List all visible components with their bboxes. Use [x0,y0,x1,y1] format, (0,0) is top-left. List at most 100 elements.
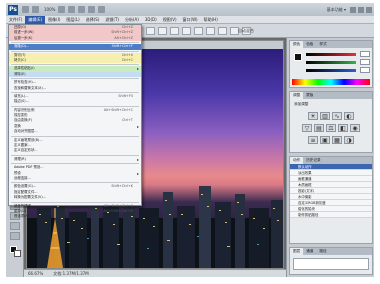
status-zoom[interactable]: 66.67% [28,270,43,277]
arrange-documents-icon[interactable] [88,6,96,13]
menu-item-0[interactable]: 文件(F) [6,16,25,24]
vibrance-icon[interactable]: ▽ [302,124,312,132]
maximize-icon[interactable] [358,6,364,13]
bridge-icon[interactable] [22,6,29,13]
menu-separator [11,50,139,52]
edit-menu-item[interactable]: 自动对齐图层... [9,129,141,134]
hand-tool-icon[interactable] [10,222,20,230]
edit-menu-item[interactable]: 后退一步(K) Alt+Ctrl+Z [9,35,141,42]
menu-item-7[interactable]: 3D(D) [142,16,160,24]
edit-menu-item[interactable]: 查找和替换文本(X)... [9,86,141,91]
panel-tab[interactable]: 颜色 [290,41,304,48]
panel-tab[interactable]: 动作 [290,157,304,164]
menu-item-9[interactable]: 窗口(W) [180,16,201,24]
distribute-top-icon[interactable] [218,27,227,35]
edit-menu-item-label: 后退一步(K) [14,35,33,40]
hue-saturation-icon[interactable]: ▤ [314,124,324,132]
zoom-level-label[interactable]: 100% [44,7,55,12]
edit-menu-item-label: 键盘快捷键... [14,203,35,208]
align-middle-icon[interactable] [158,27,167,35]
black-white-icon[interactable]: ◧ [338,124,348,132]
workspace-switcher[interactable]: 基本功能 ▾ [327,7,346,13]
mini-bridge-icon[interactable] [32,6,39,13]
menu-separator [11,162,139,165]
edit-menu-item-shortcut: Shift+Ctrl+F [111,44,133,49]
edit-menu-item[interactable]: 拷贝(C) Ctrl+C [9,57,141,64]
exposure-icon[interactable]: ◐ [344,112,354,120]
align-right-icon[interactable] [206,27,215,35]
panel-tab[interactable]: 通道 [303,248,316,255]
edit-menu-item-shortcut: Alt+Ctrl+Z [114,35,133,40]
edit-menu-item-label: 颜色设置(G)... [14,184,37,189]
align-top-icon[interactable] [146,27,155,35]
photo-filter-icon[interactable]: ◉ [350,124,360,132]
edit-menu-item-label: 远程连接... [14,175,31,180]
panel-tab[interactable]: 路径 [316,248,329,255]
posterize-icon[interactable]: ▦ [332,136,342,144]
align-left-icon[interactable] [182,27,191,35]
edit-menu-item[interactable]: 渐隐(D)... Shift+Ctrl+F [9,44,141,50]
levels-icon[interactable]: ▥ [320,112,330,120]
curves-icon[interactable]: ∿ [332,112,342,120]
edit-menu-item-label: 查找和替换文本(X)... [14,85,46,90]
edit-menu-item[interactable]: 首选项(N) ▸ [9,214,141,219]
action-item[interactable]: 制作剪贴路径 [290,212,372,218]
rotate-view-icon[interactable] [78,6,86,13]
color-balance-icon[interactable]: ⚖ [326,124,336,132]
align-center-icon[interactable] [194,27,203,35]
channel-mixer-icon[interactable]: ≡ [308,136,318,144]
menu-item-5[interactable]: 滤镜(T) [102,16,122,24]
blue-slider[interactable] [306,67,370,73]
edit-menu-item-label: 拼写检查(H)... [14,80,36,85]
color-fg-swatch[interactable] [294,53,302,61]
panel-tab[interactable]: 蒙版 [303,92,316,99]
edit-menu-item[interactable]: 描边(S)... [9,99,141,104]
red-slider-track[interactable] [306,53,356,56]
zoom-tool-icon[interactable] [68,6,76,13]
zoom-tool-icon[interactable] [10,232,20,240]
green-slider[interactable] [306,59,370,65]
title-bar: Ps 100% 基本功能 ▾ [6,3,374,16]
panel-tab[interactable]: 历史记录 [303,157,323,164]
invert-icon[interactable]: ▣ [320,136,330,144]
submenu-arrow-icon: ▸ [136,156,139,162]
close-icon[interactable] [366,6,372,13]
background-color-swatch[interactable] [14,250,21,257]
color-spectrum-bar[interactable] [292,79,370,85]
brightness-contrast-icon[interactable]: ☀ [308,112,318,120]
menu-separator [11,201,139,203]
menu-item-3[interactable]: 图层(L) [63,16,82,24]
menu-item-1[interactable]: 编辑(E) [25,15,46,24]
minimize-icon[interactable] [350,6,356,13]
panel-tab[interactable]: 调整 [290,92,304,99]
panel-tab[interactable]: 色板 [303,41,316,48]
layers-panel: 图层 通道 路径 [289,247,373,275]
green-value-box[interactable] [360,59,370,65]
auto-blend-label[interactable]: 自动混合 [238,28,254,34]
edit-menu-item[interactable]: 转换为配置文件(V)... [9,195,141,200]
panel-tab[interactable]: 样式 [316,41,329,48]
edit-menu-item-label: 预设 [14,170,21,175]
blue-value-box[interactable] [360,67,370,73]
panel-tab[interactable]: 图层 [290,248,304,255]
blue-slider-track[interactable] [306,69,356,72]
menu-item-6[interactable]: 分析(A) [122,16,142,24]
red-value-box[interactable] [360,51,370,57]
screen-mode-icon[interactable] [98,6,106,13]
menu-item-4[interactable]: 选择(S) [83,16,103,24]
hand-tool-icon[interactable] [58,6,66,13]
menu-item-2[interactable]: 图像(I) [45,16,63,24]
edit-menu-item[interactable]: 清理(R) ▸ [9,157,141,162]
edit-menu-item[interactable]: 远程连接... [9,176,141,181]
menu-item-10[interactable]: 帮助(H) [201,16,221,24]
edit-menu-item[interactable]: 清除(E) [9,71,141,78]
menu-item-8[interactable]: 视图(V) [160,16,180,24]
red-slider[interactable] [306,51,370,57]
ps-logo-icon[interactable]: Ps [8,4,18,15]
align-bottom-icon[interactable] [170,27,179,35]
menu-separator [11,105,139,107]
green-slider-track[interactable] [306,61,356,64]
edit-menu-item[interactable]: 定义自定形状... [9,148,141,153]
layer-row[interactable] [293,258,369,270]
threshold-icon[interactable]: ◑ [344,136,354,144]
